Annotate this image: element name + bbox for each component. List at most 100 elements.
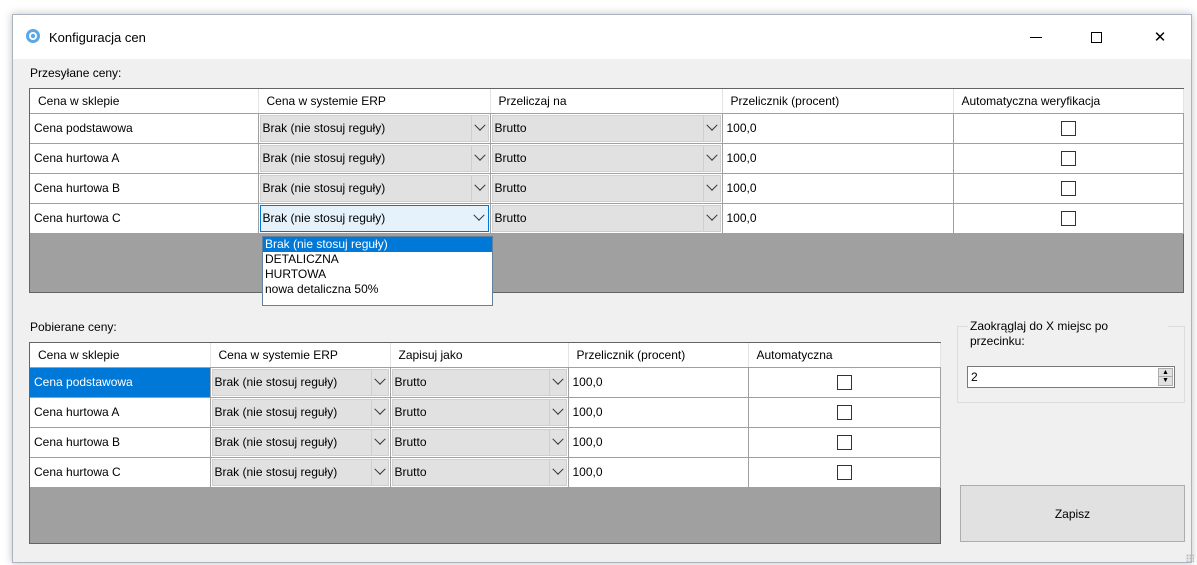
col-header[interactable]: Przeliczaj na bbox=[490, 89, 723, 114]
chevron-down-icon[interactable] bbox=[548, 399, 566, 425]
factor-cell[interactable]: 100,0 bbox=[723, 174, 953, 203]
table-row[interactable]: Cena hurtowa C Brak (nie stosuj reguły) … bbox=[30, 457, 941, 488]
chevron-down-icon[interactable] bbox=[470, 145, 488, 171]
received-grid-header: Cena w sklepie Cena w systemie ERP Zapis… bbox=[30, 343, 941, 368]
shop-price-cell[interactable]: Cena hurtowa B bbox=[30, 174, 258, 203]
sent-prices-grid[interactable]: Cena w sklepie Cena w systemie ERP Przel… bbox=[29, 88, 1184, 293]
received-prices-grid[interactable]: Cena w sklepie Cena w systemie ERP Zapis… bbox=[29, 342, 941, 544]
chevron-down-icon[interactable] bbox=[370, 459, 388, 485]
col-header[interactable]: Zapisuj jako bbox=[390, 343, 569, 368]
col-header[interactable]: Przelicznik (procent) bbox=[568, 343, 749, 368]
shop-price-cell[interactable]: Cena hurtowa A bbox=[30, 398, 210, 427]
table-row[interactable]: Cena podstawowa Brak (nie stosuj reguły)… bbox=[30, 367, 941, 398]
factor-cell[interactable]: 100,0 bbox=[723, 204, 953, 233]
table-row[interactable]: Cena podstawowa Brak (nie stosuj reguły)… bbox=[30, 113, 1184, 144]
gear-flower-icon bbox=[26, 29, 40, 43]
table-row[interactable]: Cena hurtowa A Brak (nie stosuj reguły) … bbox=[30, 397, 941, 428]
col-header[interactable]: Cena w sklepie bbox=[30, 89, 259, 114]
erp-price-combo[interactable]: Brak (nie stosuj reguły) bbox=[211, 428, 389, 456]
shop-price-cell[interactable]: Cena hurtowa C bbox=[30, 204, 258, 233]
save-as-combo[interactable]: Brutto bbox=[391, 398, 567, 426]
dropdown-option[interactable]: HURTOWA bbox=[263, 267, 492, 282]
table-row[interactable]: Cena hurtowa B Brak (nie stosuj reguły) … bbox=[30, 173, 1184, 204]
save-as-combo[interactable]: Brutto bbox=[391, 428, 567, 456]
auto-verify-checkbox[interactable] bbox=[1060, 150, 1076, 166]
col-header[interactable]: Automatyczna weryfikacja bbox=[953, 89, 1184, 114]
auto-checkbox[interactable] bbox=[836, 374, 852, 390]
erp-price-combo[interactable]: Brak (nie stosuj reguły) bbox=[211, 458, 389, 486]
col-header[interactable]: Cena w systemie ERP bbox=[258, 89, 491, 114]
erp-price-combo[interactable]: Brak (nie stosuj reguły) bbox=[259, 174, 489, 202]
factor-cell[interactable]: 100,0 bbox=[569, 368, 748, 397]
chevron-down-icon[interactable] bbox=[548, 459, 566, 485]
factor-cell[interactable]: 100,0 bbox=[569, 398, 748, 427]
dropdown-option[interactable]: Brak (nie stosuj reguły) bbox=[263, 237, 492, 252]
chevron-down-icon[interactable] bbox=[702, 175, 720, 201]
close-button[interactable]: ✕ bbox=[1137, 15, 1183, 59]
shop-price-cell[interactable]: Cena hurtowa C bbox=[30, 458, 210, 487]
convert-combo[interactable]: Brutto bbox=[491, 174, 721, 202]
auto-checkbox[interactable] bbox=[836, 464, 852, 480]
erp-price-dropdown-list[interactable]: Brak (nie stosuj reguły) DETALICZNA HURT… bbox=[262, 236, 493, 306]
save-as-combo[interactable]: Brutto bbox=[391, 368, 567, 396]
combo-value: Brak (nie stosuj reguły) bbox=[214, 375, 338, 389]
spin-down-icon[interactable]: ▼ bbox=[1159, 377, 1172, 385]
shop-price-cell[interactable]: Cena podstawowa bbox=[30, 368, 210, 397]
chevron-down-icon[interactable] bbox=[548, 429, 566, 455]
chevron-down-icon[interactable] bbox=[702, 115, 720, 141]
spin-up-icon[interactable]: ▲ bbox=[1159, 369, 1172, 377]
combo-value: Brak (nie stosuj reguły) bbox=[262, 181, 386, 195]
chevron-down-icon[interactable] bbox=[702, 145, 720, 171]
erp-price-combo[interactable]: Brak (nie stosuj reguły) bbox=[259, 144, 489, 172]
convert-combo[interactable]: Brutto bbox=[491, 144, 721, 172]
erp-price-combo[interactable]: Brak (nie stosuj reguły) bbox=[259, 114, 489, 142]
dropdown-option[interactable]: DETALICZNA bbox=[263, 252, 492, 267]
col-header[interactable]: Cena w systemie ERP bbox=[210, 343, 391, 368]
maximize-button[interactable] bbox=[1073, 15, 1119, 59]
table-row[interactable]: Cena hurtowa C Brak (nie stosuj reguły) … bbox=[30, 203, 1184, 234]
minimize-button[interactable] bbox=[1013, 15, 1059, 59]
save-button[interactable]: Zapisz bbox=[960, 485, 1185, 542]
sent-prices-label: Przesyłane ceny: bbox=[30, 66, 122, 80]
dropdown-option[interactable]: nowa detaliczna 50% bbox=[263, 282, 492, 297]
combo-value: Brak (nie stosuj reguły) bbox=[214, 465, 338, 479]
auto-checkbox[interactable] bbox=[836, 434, 852, 450]
erp-price-combo[interactable]: Brak (nie stosuj reguły) bbox=[211, 398, 389, 426]
factor-cell[interactable]: 100,0 bbox=[723, 144, 953, 173]
factor-cell[interactable]: 100,0 bbox=[723, 114, 953, 143]
chevron-down-icon[interactable] bbox=[470, 175, 488, 201]
shop-price-cell[interactable]: Cena podstawowa bbox=[30, 114, 258, 143]
table-row[interactable]: Cena hurtowa A Brak (nie stosuj reguły) … bbox=[30, 143, 1184, 174]
chevron-down-icon[interactable] bbox=[548, 369, 566, 395]
resize-grip-icon[interactable] bbox=[1186, 554, 1194, 562]
save-as-combo[interactable]: Brutto bbox=[391, 458, 567, 486]
convert-combo[interactable]: Brutto bbox=[491, 204, 721, 232]
auto-verify-checkbox[interactable] bbox=[1060, 120, 1076, 136]
chevron-down-icon[interactable] bbox=[370, 429, 388, 455]
rounding-spinner[interactable]: 2 ▲ ▼ bbox=[967, 366, 1175, 388]
auto-verify-checkbox[interactable] bbox=[1060, 180, 1076, 196]
erp-price-combo[interactable]: Brak (nie stosuj reguły) bbox=[259, 204, 489, 232]
chevron-down-icon[interactable] bbox=[471, 206, 488, 231]
erp-price-combo[interactable]: Brak (nie stosuj reguły) bbox=[211, 368, 389, 396]
shop-price-cell[interactable]: Cena hurtowa A bbox=[30, 144, 258, 173]
chevron-down-icon[interactable] bbox=[370, 369, 388, 395]
rounding-value[interactable]: 2 bbox=[971, 370, 978, 384]
col-header[interactable]: Cena w sklepie bbox=[30, 343, 211, 368]
auto-verify-checkbox[interactable] bbox=[1060, 210, 1076, 226]
factor-cell[interactable]: 100,0 bbox=[569, 458, 748, 487]
spinner-buttons[interactable]: ▲ ▼ bbox=[1158, 368, 1173, 386]
convert-combo[interactable]: Brutto bbox=[491, 114, 721, 142]
shop-price-cell[interactable]: Cena hurtowa B bbox=[30, 428, 210, 457]
factor-cell[interactable]: 100,0 bbox=[569, 428, 748, 457]
chevron-down-icon[interactable] bbox=[702, 205, 720, 231]
col-header[interactable]: Automatyczna bbox=[748, 343, 941, 368]
title-bar[interactable]: Konfiguracja cen ✕ bbox=[13, 15, 1191, 59]
chevron-down-icon[interactable] bbox=[470, 115, 488, 141]
table-row[interactable]: Cena hurtowa B Brak (nie stosuj reguły) … bbox=[30, 427, 941, 458]
combo-value: Brutto bbox=[494, 151, 527, 165]
auto-checkbox[interactable] bbox=[836, 404, 852, 420]
chevron-down-icon[interactable] bbox=[370, 399, 388, 425]
combo-value: Brak (nie stosuj reguły) bbox=[214, 435, 338, 449]
col-header[interactable]: Przelicznik (procent) bbox=[722, 89, 954, 114]
